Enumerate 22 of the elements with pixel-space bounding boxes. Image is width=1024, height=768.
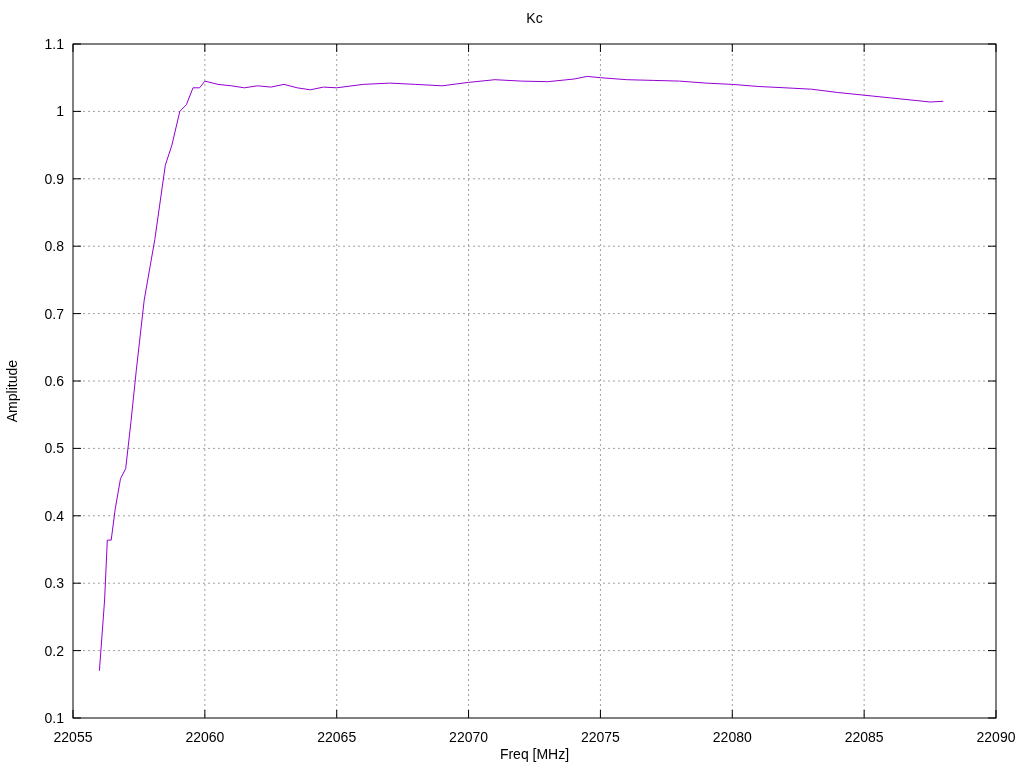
x-tick-label: 22070 — [449, 729, 489, 745]
y-axis-label: Amplitude — [4, 359, 20, 423]
y-tick-label: 0.3 — [44, 575, 64, 592]
y-tick-label: 1 — [56, 103, 64, 120]
y-tick-label: 1.1 — [44, 36, 64, 52]
x-tick-label: 22060 — [185, 729, 225, 745]
x-tick-label: 22055 — [53, 729, 93, 745]
y-tick-label: 0.1 — [44, 710, 64, 726]
y-tick-label: 0.5 — [44, 440, 64, 457]
chart-title: Kc — [525, 9, 544, 28]
y-tick-label: 0.6 — [44, 373, 64, 389]
y-tick-label: 0.7 — [44, 305, 64, 322]
x-tick-label: 22065 — [317, 729, 357, 745]
x-tick-label: 22075 — [580, 729, 620, 745]
x-axis-label: Freq [MHz] — [499, 746, 570, 762]
y-tick-label: 0.9 — [44, 170, 64, 187]
y-tick-label: 0.2 — [44, 642, 64, 659]
x-tick-label: 22090 — [976, 729, 1016, 745]
y-tick-label: 0.8 — [44, 238, 64, 255]
x-tick-label: 22085 — [844, 729, 884, 745]
y-tick-label: 0.4 — [44, 507, 64, 524]
x-tick-label: 22080 — [712, 729, 752, 745]
